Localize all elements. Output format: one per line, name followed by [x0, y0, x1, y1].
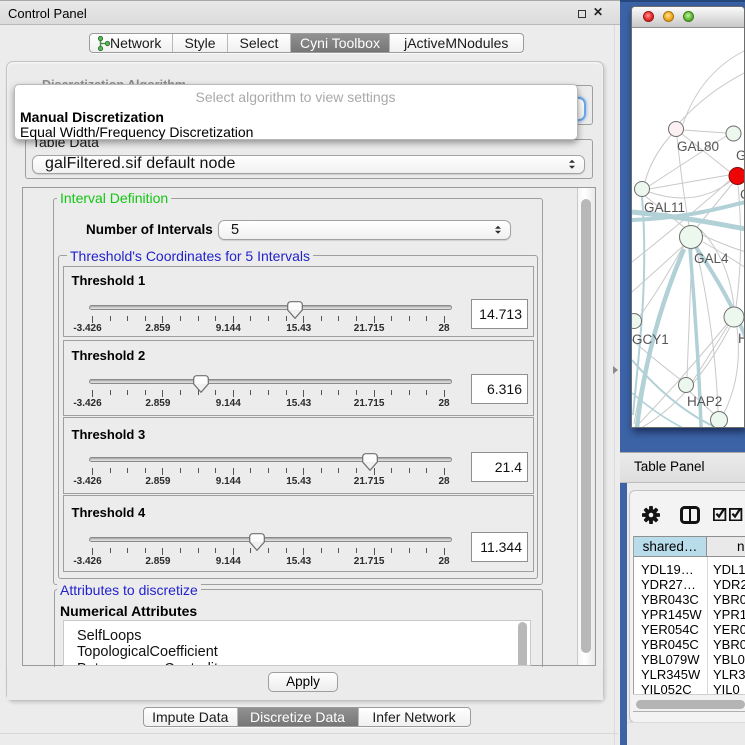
svg-text:GAL4: GAL4: [694, 251, 729, 266]
svg-text:HAP2: HAP2: [687, 394, 722, 409]
svg-text:GAL80: GAL80: [677, 139, 719, 154]
svg-text:GAL11: GAL11: [644, 200, 685, 215]
svg-text:H: H: [738, 331, 745, 346]
svg-text:C: C: [740, 187, 745, 202]
svg-text:GA: GA: [736, 148, 745, 163]
svg-text:GCY1: GCY1: [632, 332, 669, 347]
